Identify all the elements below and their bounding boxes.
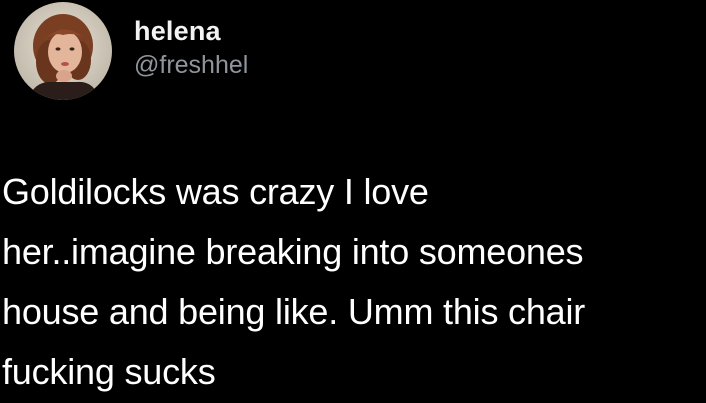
profile-photo-icon <box>14 2 112 100</box>
user-handle[interactable]: @freshhel <box>134 49 248 81</box>
display-name[interactable]: helena <box>134 15 248 47</box>
avatar[interactable] <box>14 2 112 100</box>
tweet-card: helena @freshhel Goldilocks was crazy I … <box>0 0 706 403</box>
tweet-text: Goldilocks was crazy I love her..imagine… <box>2 171 586 392</box>
tweet-header: helena @freshhel <box>14 2 248 100</box>
author-identity: helena @freshhel <box>134 15 248 81</box>
